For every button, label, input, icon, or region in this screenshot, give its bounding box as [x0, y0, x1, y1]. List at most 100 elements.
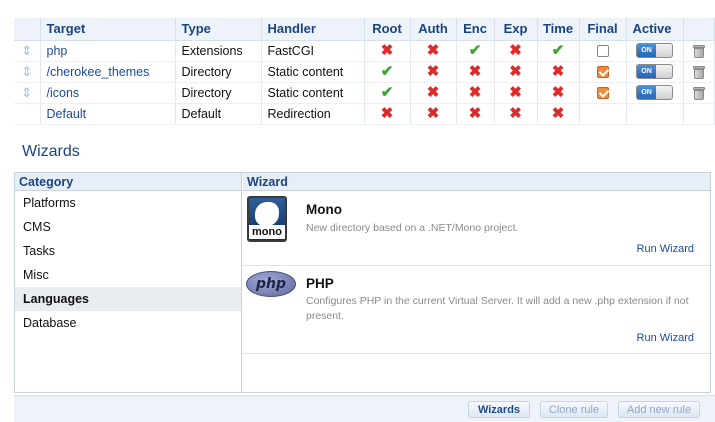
trash-icon[interactable] — [692, 86, 705, 100]
category-item-misc[interactable]: Misc — [15, 263, 241, 287]
drag-handle-cell — [14, 103, 41, 125]
rule-active-cell — [626, 103, 684, 125]
rule-final-cell — [579, 40, 627, 62]
column-header-handler: Handler — [261, 18, 365, 41]
rule-active-cell: ON — [626, 40, 684, 62]
rule-target-cell[interactable]: Default — [40, 103, 176, 125]
rule-target-link[interactable]: /cherokee_themes — [47, 65, 150, 79]
rule-enc-cell: ✖ — [456, 82, 495, 104]
rule-auth-cell: ✖ — [410, 103, 457, 125]
column-header-final: Final — [579, 18, 627, 41]
wizard-description: Configures PHP in the current Virtual Se… — [306, 295, 689, 322]
rule-target-cell[interactable]: /icons — [40, 82, 176, 104]
final-checkbox[interactable] — [596, 87, 609, 100]
active-toggle[interactable]: ON — [636, 64, 673, 80]
wizard-name: Mono — [306, 202, 342, 217]
rule-time-cell: ✔ — [537, 40, 580, 62]
check-icon: ✔ — [551, 42, 565, 59]
category-header: Category — [15, 173, 241, 191]
rules-header-row: Target Type Handler Root Auth Enc Exp Ti… — [14, 18, 715, 41]
drag-handle-icon[interactable]: ⇕ — [21, 43, 32, 58]
drag-handle-cell[interactable]: ⇕ — [14, 40, 41, 62]
rule-target-link[interactable]: Default — [47, 107, 87, 121]
rule-root-cell: ✖ — [364, 103, 411, 125]
rule-exp-cell: ✖ — [494, 82, 538, 104]
rule-active-cell: ON — [626, 61, 684, 83]
rule-target-cell[interactable]: /cherokee_themes — [40, 61, 176, 83]
column-header-time: Time — [537, 18, 580, 41]
rule-time-cell: ✖ — [537, 61, 580, 83]
wizard-header: Wizard — [243, 173, 710, 191]
cross-icon: ✖ — [426, 105, 440, 122]
drag-handle-icon[interactable]: ⇕ — [21, 85, 32, 100]
column-header-auth: Auth — [410, 18, 457, 41]
drag-handle-cell[interactable]: ⇕ — [14, 82, 41, 104]
rule-exp-cell: ✖ — [494, 103, 538, 125]
rule-final-cell — [579, 61, 627, 83]
toggle-on-label: ON — [637, 65, 656, 79]
rule-type-cell: Directory — [175, 82, 262, 104]
check-icon: ✔ — [468, 42, 482, 59]
rule-handler-cell: FastCGI — [261, 40, 365, 62]
rule-target-link[interactable]: php — [47, 44, 68, 58]
final-checkbox[interactable] — [596, 45, 609, 58]
rule-final-cell — [579, 82, 627, 104]
rule-root-cell: ✔ — [364, 61, 411, 83]
run-wizard-mono-link[interactable]: Run Wizard — [637, 243, 694, 255]
rule-delete-cell — [683, 40, 715, 62]
run-wizard-php-link[interactable]: Run Wizard — [637, 332, 694, 344]
rule-delete-cell — [683, 82, 715, 104]
cross-icon: ✖ — [468, 63, 482, 80]
rule-row[interactable]: ⇕ /icons Directory Static content ✔ ✖ ✖ ✖ ✖ ON — [14, 82, 715, 104]
category-item-database[interactable]: Database — [15, 311, 241, 335]
active-toggle[interactable]: ON — [636, 43, 673, 59]
cross-icon: ✖ — [380, 42, 394, 59]
rule-row[interactable]: ⇕ /cherokee_themes Directory Static content… — [14, 61, 715, 83]
rule-handler-cell: Static content — [261, 61, 365, 83]
trash-icon[interactable] — [692, 65, 705, 79]
rule-time-cell: ✖ — [537, 103, 580, 125]
column-header-exp: Exp — [494, 18, 538, 41]
cross-icon: ✖ — [380, 105, 394, 122]
category-item-tasks[interactable]: Tasks — [15, 239, 241, 263]
final-checkbox[interactable] — [596, 66, 609, 79]
rule-target-cell[interactable]: php — [40, 40, 176, 62]
wizards-button[interactable]: Wizards — [468, 401, 530, 418]
drag-handle-icon[interactable]: ⇕ — [21, 64, 32, 79]
rule-active-cell: ON — [626, 82, 684, 104]
rules-table: Target Type Handler Root Auth Enc Exp Ti… — [14, 18, 715, 125]
cross-icon: ✖ — [509, 105, 522, 122]
rule-row[interactable]: Default Default Redirection ✖ ✖ ✖ ✖ ✖ — [14, 103, 715, 125]
trash-icon[interactable] — [692, 44, 705, 58]
column-header-root: Root — [364, 18, 411, 41]
mono-logo-icon: mono — [247, 196, 287, 242]
add-new-rule-button[interactable]: Add new rule — [618, 401, 700, 418]
category-item-cms[interactable]: CMS — [15, 215, 241, 239]
delete-column-header — [683, 18, 715, 41]
wizard-column: Wizard mono Mono New directory based on … — [243, 173, 710, 392]
cross-icon: ✖ — [468, 105, 482, 122]
column-header-enc: Enc — [456, 18, 495, 41]
category-item-platforms[interactable]: Platforms — [15, 191, 241, 215]
cross-icon: ✖ — [509, 84, 522, 101]
category-item-languages[interactable]: Languages — [15, 287, 241, 311]
column-header-type: Type — [175, 18, 262, 41]
drag-handle-cell[interactable]: ⇕ — [14, 61, 41, 83]
clone-rule-button[interactable]: Clone rule — [540, 401, 608, 418]
category-list: Platforms CMS Tasks Misc Languages Database — [15, 191, 241, 335]
rule-type-cell: Directory — [175, 61, 262, 83]
rule-row[interactable]: ⇕ php Extensions FastCGI ✖ ✖ ✔ ✖ ✔ ON — [14, 40, 715, 62]
rule-delete-cell — [683, 103, 715, 125]
toggle-on-label: ON — [637, 44, 656, 58]
bottom-toolbar: Wizards Clone rule Add new rule — [14, 395, 715, 422]
rule-exp-cell: ✖ — [494, 61, 538, 83]
rule-root-cell: ✖ — [364, 40, 411, 62]
rule-target-link[interactable]: /icons — [47, 86, 80, 100]
active-toggle[interactable]: ON — [636, 85, 673, 101]
rule-type-cell: Default — [175, 103, 262, 125]
rule-auth-cell: ✖ — [410, 40, 457, 62]
rule-root-cell: ✔ — [364, 82, 411, 104]
column-header-active: Active — [626, 18, 684, 41]
wizard-name: PHP — [306, 276, 334, 291]
rule-auth-cell: ✖ — [410, 82, 457, 104]
